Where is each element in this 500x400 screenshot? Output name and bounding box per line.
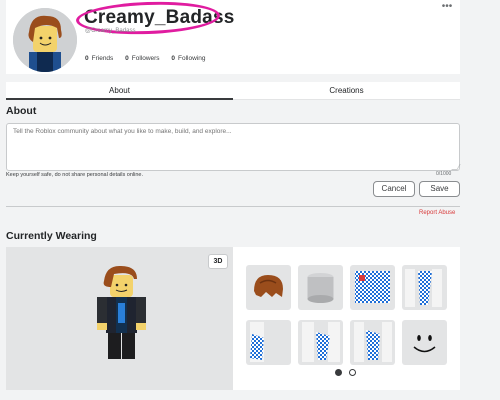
carousel-dot-2[interactable] xyxy=(349,369,356,376)
more-options-icon[interactable]: ••• xyxy=(440,2,454,16)
currently-wearing-heading: Currently Wearing xyxy=(6,230,97,242)
following-stat[interactable]: 0 Following xyxy=(171,55,205,62)
smile-face-icon xyxy=(413,335,436,353)
tab-about[interactable]: About xyxy=(6,82,233,100)
wearing-item-scarf-1[interactable] xyxy=(402,265,447,310)
avatar[interactable] xyxy=(13,8,77,72)
friends-count: 0 xyxy=(85,55,89,62)
view-3d-toggle[interactable]: 3D xyxy=(208,254,228,269)
following-label: Following xyxy=(178,55,206,62)
checkered-shirt-icon xyxy=(355,271,390,303)
wearing-item-head[interactable] xyxy=(298,265,343,310)
avatar-3d-figure xyxy=(97,265,146,359)
currently-wearing-panel: 3D xyxy=(6,247,460,390)
cancel-button[interactable]: Cancel xyxy=(373,181,415,197)
scarf-right-icon xyxy=(302,322,340,362)
report-abuse-link[interactable]: Report Abuse xyxy=(419,210,455,216)
head-icon xyxy=(307,273,334,303)
profile-header: Creamy_Badass @Creamy_Badass 0 Friends 0F… xyxy=(6,0,460,74)
profile-stats: 0 Friends 0 Followers 0 Following xyxy=(85,55,215,62)
safety-note: Keep yourself safe, do not share persona… xyxy=(6,172,143,178)
save-button[interactable]: Save xyxy=(419,181,460,197)
scarf-side-icon xyxy=(354,322,392,362)
wearing-item-scarf-4[interactable] xyxy=(350,320,395,365)
character-counter: 0/1000 xyxy=(436,171,452,177)
friends-label: Friends xyxy=(91,55,114,62)
about-heading: About xyxy=(6,105,37,117)
avatar-preview[interactable]: 3D xyxy=(6,247,233,390)
section-divider xyxy=(6,206,460,207)
wearing-item-hair[interactable] xyxy=(246,265,291,310)
followers-label: Followers xyxy=(131,55,160,62)
followers-count: 0 xyxy=(125,55,129,62)
hair-icon xyxy=(254,275,283,297)
avatar-image xyxy=(13,8,77,72)
following-count: 0 xyxy=(171,55,175,62)
carousel-dot-1[interactable] xyxy=(335,369,342,376)
friends-stat[interactable]: 0 Friends xyxy=(85,55,115,62)
wearing-item-scarf-2[interactable] xyxy=(246,320,291,365)
wearing-item-scarf-3[interactable] xyxy=(298,320,343,365)
about-textarea[interactable] xyxy=(6,123,460,171)
user-handle: @Creamy_Badass xyxy=(85,28,136,34)
wearing-item-shirt[interactable] xyxy=(350,265,395,310)
scarf-left-icon xyxy=(250,322,264,362)
profile-tabs: About Creations xyxy=(6,82,460,100)
followers-stat[interactable]: 0 Followers xyxy=(125,55,161,62)
tab-creations[interactable]: Creations xyxy=(233,82,460,100)
checkered-scarf-icon xyxy=(405,269,442,307)
wearing-item-face[interactable] xyxy=(402,320,447,365)
